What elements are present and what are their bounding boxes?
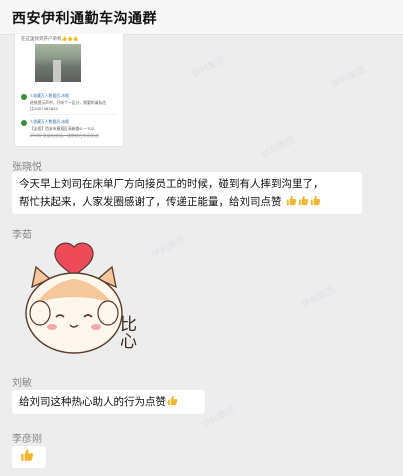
thumbs-up-icon xyxy=(310,195,321,206)
thumbs-up-icon xyxy=(298,195,309,206)
heart-icon xyxy=(54,242,94,277)
record-line: 【出租】西安市雁塔区高新路6-一702- xyxy=(30,126,96,131)
user-avatar-icon xyxy=(21,120,27,126)
watermark: 伊利集团 xyxy=(260,134,297,161)
emoji-row xyxy=(285,195,321,208)
message-bubble[interactable]: 给刘司这种热心助人的行为点赞 xyxy=(12,390,205,414)
forwarded-chat-record[interactable]: 在这里找到开户单机👍👍👍 T-收藏万人数据员-冰檀 进餐提示声中，只听个一区分，… xyxy=(14,34,124,147)
watermark: 伊利集团 xyxy=(330,64,367,91)
sender-name: 张晓悦 xyxy=(12,162,42,173)
record-line: 比1007463620 xyxy=(30,106,58,111)
thumbs-up-icon xyxy=(286,195,297,206)
sender-name: 李彦刚 xyxy=(12,434,42,445)
road-photo xyxy=(35,44,81,82)
message-text: 今天早上刘司在床单厂方向接员工的时候，碰到有人摔到沟里了， xyxy=(19,178,324,190)
user-avatar-icon xyxy=(21,94,27,100)
message-text: 帮忙扶起来，人家发圈感谢了，传递正能量，给刘司点赞 xyxy=(19,196,282,208)
watermark: 伊利集团 xyxy=(190,54,227,81)
message-text-line2: 帮忙扶起来，人家发圈感谢了，传递正能量，给刘司点赞 xyxy=(19,193,355,211)
watermark: 伊利集团 xyxy=(300,284,337,311)
record-caption: 在这里找到开户单机👍👍👍 xyxy=(21,37,79,42)
message-bubble[interactable] xyxy=(12,446,46,468)
cat-heart-sticker[interactable]: 比心 xyxy=(14,241,164,359)
message-bubble[interactable]: 今天早上刘司在床单厂方向接员工的时候，碰到有人摔到沟里了， 帮忙扶起来，人家发圈… xyxy=(12,172,362,214)
record-line: 29/00 发展电信局，通常用在车员发送 xyxy=(30,133,99,138)
divider xyxy=(29,114,117,115)
sender-name: 刘敏 xyxy=(12,378,32,389)
chat-header: 西安伊利通勤车沟通群 xyxy=(0,0,403,35)
sticker-text: 比心 xyxy=(116,315,137,349)
record-line: T-收藏万人数据员-冰檀 xyxy=(30,93,69,98)
group-title: 西安伊利通勤车沟通群 xyxy=(12,11,157,27)
thumbs-up-icon xyxy=(167,395,178,406)
message-text: 给刘司这种热心助人的行为点赞 xyxy=(19,396,166,408)
record-line: 进餐提示声中，只听个一区分，需要的请私信 xyxy=(30,100,106,105)
sender-name: 李茹 xyxy=(12,230,32,241)
thumbs-up-icon xyxy=(21,449,34,461)
record-line: T-收藏万人数据员-冰檀 xyxy=(30,119,69,124)
